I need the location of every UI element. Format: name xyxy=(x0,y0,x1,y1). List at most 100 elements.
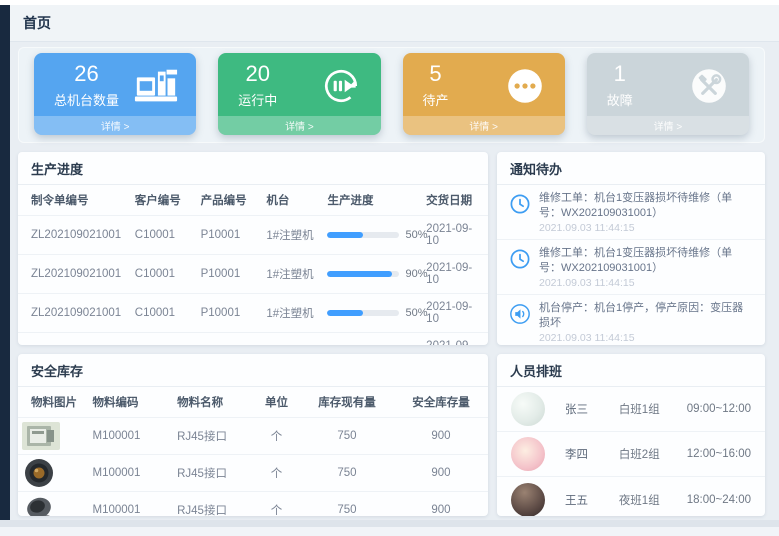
notification-text: 机台停产：机台1停产，停产原因：变压器损坏 xyxy=(539,301,753,330)
clock-icon xyxy=(509,193,531,215)
progress-cell: 50% xyxy=(323,333,422,346)
stat-label: 总机台数量 xyxy=(54,90,119,109)
material-image-cell xyxy=(18,418,89,455)
product-no-cell: P10001 xyxy=(197,216,263,255)
panel-title: 生产进度 xyxy=(18,152,488,185)
notification-body: 维修工单：机台1变压器损坏待维修（单号：WX202109031001） 2021… xyxy=(539,191,753,234)
material-code-cell: M100001 xyxy=(89,455,174,492)
product-no-cell: P10001 xyxy=(197,255,263,294)
table-header-row: 制令单编号 客户编号 产品编号 机台 生产进度 交货日期 xyxy=(18,185,488,216)
progress-fill xyxy=(327,271,392,277)
schedule-row: 李四 白班2组 12:00~16:00 xyxy=(497,432,765,477)
running-icon xyxy=(317,65,365,107)
tools-icon xyxy=(685,65,733,107)
notification-time: 2021.09.03 11:44:15 xyxy=(539,332,753,344)
shift-time: 12:00~16:00 xyxy=(687,448,751,460)
notification-item[interactable]: 机台停产：机台1停产，停产原因：变压器损坏 2021.09.03 11:44:1… xyxy=(497,295,765,345)
panels-grid: 生产进度 制令单编号 客户编号 产品编号 机台 生产进度 交货日期 xyxy=(18,152,765,516)
schedule-row: 王五 夜班1组 18:00~24:00 xyxy=(497,477,765,516)
machine-icon xyxy=(132,65,180,107)
column-header: 单位 xyxy=(253,387,300,418)
progress-label: 50% xyxy=(405,229,427,241)
unit-cell: 个 xyxy=(253,418,300,455)
machine-cell: 1#注塑机 xyxy=(262,333,323,346)
customer-no-cell: C10001 xyxy=(131,216,197,255)
shift-time: 18:00~24:00 xyxy=(687,494,751,506)
material-code-cell: M100001 xyxy=(89,418,174,455)
progress-cell: 50% xyxy=(323,216,422,255)
notification-time: 2021.09.03 11:44:15 xyxy=(539,277,753,289)
stat-card-body: 20 运行中 xyxy=(218,53,380,116)
safety-qty-cell: 900 xyxy=(394,492,488,517)
table-row: ZL202109021001 C10001 P10001 1#注塑机 50% 2… xyxy=(18,333,488,346)
on-hand-cell: 750 xyxy=(300,418,394,455)
column-header: 生产进度 xyxy=(323,185,422,216)
stat-card-pending: 5 待产 详情 > xyxy=(403,53,565,135)
panel-title: 通知待办 xyxy=(497,152,765,185)
delivery-date-cell: 2021-09-10 xyxy=(422,333,488,346)
notification-text: 维修工单：机台1变压器损坏待维修（单号：WX202109031001） xyxy=(539,246,753,275)
staff-name: 李四 xyxy=(565,446,605,462)
detail-link[interactable]: 详情 > xyxy=(587,116,749,135)
progress-track xyxy=(327,310,399,316)
notification-time: 2021.09.03 11:44:15 xyxy=(539,222,753,234)
panel-title: 人员排班 xyxy=(497,354,765,387)
detail-link[interactable]: 详情 > xyxy=(34,116,196,135)
stat-card-text: 1 故障 xyxy=(607,62,633,108)
stat-label: 待产 xyxy=(423,90,449,109)
material-name-cell: RJ45接口 xyxy=(173,418,253,455)
staff-name: 王五 xyxy=(565,492,605,508)
notifications-panel: 通知待办 维修工单：机台1变压器损坏待维修（单号：WX202109031001）… xyxy=(497,152,765,345)
column-header: 库存现有量 xyxy=(300,387,394,418)
table-row: M100001 RJ45接口 个 750 900 xyxy=(18,418,488,455)
sidebar-edge xyxy=(0,5,10,520)
shift-label: 白班1组 xyxy=(619,401,677,417)
detail-link[interactable]: 详情 > xyxy=(403,116,565,135)
order-no-cell: ZL202109021001 xyxy=(18,333,131,346)
order-no-cell: ZL202109021001 xyxy=(18,294,131,333)
column-header: 机台 xyxy=(262,185,323,216)
progress-track xyxy=(327,271,399,277)
clock-icon xyxy=(509,248,531,270)
notification-item[interactable]: 维修工单：机台1变压器损坏待维修（单号：WX202109031001） 2021… xyxy=(497,240,765,295)
on-hand-cell: 750 xyxy=(300,455,394,492)
breadcrumb-bar: 首页 xyxy=(10,5,779,42)
stat-card-fault: 1 故障 详情 > xyxy=(587,53,749,135)
shift-label: 白班2组 xyxy=(619,446,677,462)
progress-cell: 90% xyxy=(323,255,422,294)
machine-cell: 1#注塑机 xyxy=(262,255,323,294)
bottom-strip-light xyxy=(0,527,779,536)
notification-text: 维修工单：机台1变压器损坏待维修（单号：WX202109031001） xyxy=(539,191,753,220)
stat-card-running: 20 运行中 详情 > xyxy=(218,53,380,135)
machine-cell: 1#注塑机 xyxy=(262,294,323,333)
detail-link[interactable]: 详情 > xyxy=(218,116,380,135)
stat-card-text: 20 运行中 xyxy=(238,62,277,108)
machine-cell: 1#注塑机 xyxy=(262,216,323,255)
order-no-cell: ZL202109021001 xyxy=(18,216,131,255)
progress-label: 90% xyxy=(405,268,427,280)
progress-cell: 50% xyxy=(323,294,422,333)
notification-item[interactable]: 维修工单：机台1变压器损坏待维修（单号：WX202109031001） 2021… xyxy=(497,185,765,240)
avatar xyxy=(511,483,545,517)
delivery-date-cell: 2021-09-10 xyxy=(422,216,488,255)
panel-title: 安全库存 xyxy=(18,354,488,387)
speaker-icon xyxy=(509,303,531,325)
speaker-driver-photo xyxy=(22,495,60,516)
staff-name: 张三 xyxy=(565,401,605,417)
round-speaker-photo xyxy=(22,458,60,488)
material-name-cell: RJ45接口 xyxy=(173,492,253,517)
stat-card-body: 5 待产 xyxy=(403,53,565,116)
production-progress-panel: 生产进度 制令单编号 客户编号 产品编号 机台 生产进度 交货日期 xyxy=(18,152,488,345)
table-row: ZL202109021001 C10001 P10001 1#注塑机 50% 2… xyxy=(18,294,488,333)
column-header: 制令单编号 xyxy=(18,185,131,216)
stat-value: 1 xyxy=(614,62,626,86)
progress-label: 50% xyxy=(405,307,427,319)
table-row: M100001 RJ45接口 个 750 900 xyxy=(18,455,488,492)
stat-label: 运行中 xyxy=(238,90,277,109)
product-no-cell: P10001 xyxy=(197,294,263,333)
staff-schedule-panel: 人员排班 张三 白班1组 09:00~12:00 李四 白班2组 12:00~1… xyxy=(497,354,765,516)
page-title: 首页 xyxy=(23,13,51,33)
content: 26 总机台数量 xyxy=(10,42,779,516)
column-header: 客户编号 xyxy=(131,185,197,216)
column-header: 物料图片 xyxy=(18,387,89,418)
